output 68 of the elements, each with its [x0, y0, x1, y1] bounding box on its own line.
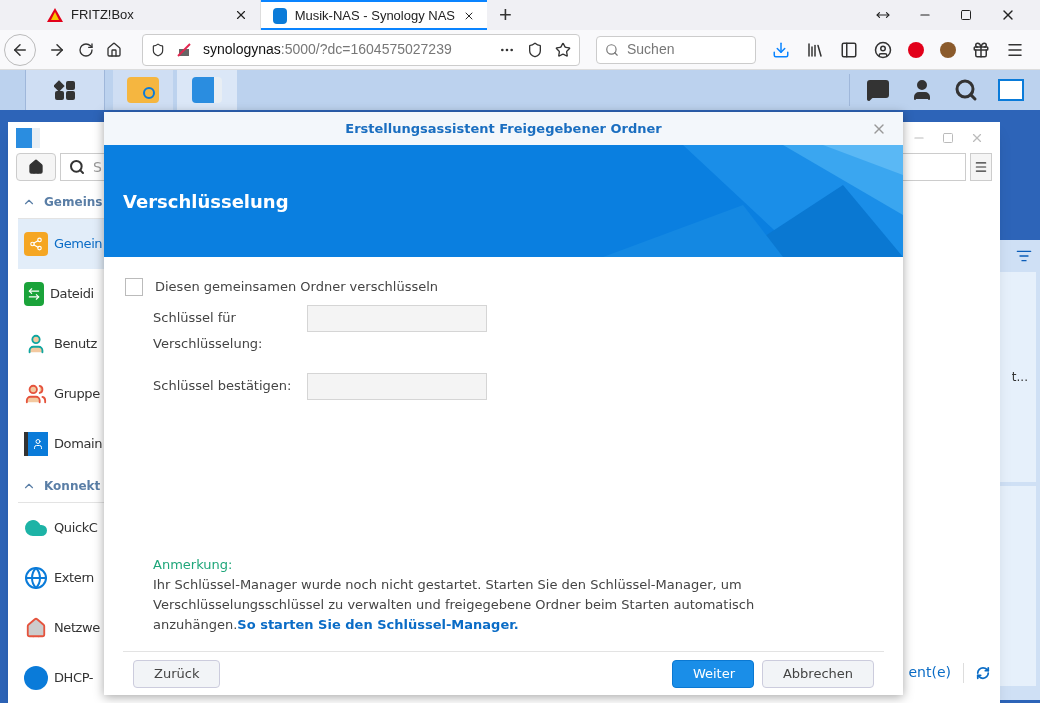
section-title: Konnekt — [44, 477, 101, 495]
star-icon[interactable] — [555, 41, 571, 58]
globe-icon — [24, 566, 48, 590]
section-title: Gemeins — [44, 193, 103, 211]
tab-title: Musik-NAS - Synology NAS — [294, 7, 456, 26]
password-field[interactable] — [307, 372, 487, 400]
sidebar-item[interactable]: Domain — [18, 419, 106, 469]
shared-folder-icon — [24, 232, 48, 256]
account-icon[interactable] — [874, 40, 892, 59]
fritz-logo-icon — [47, 8, 63, 22]
field-label: Schlüssel für Verschlüsselung: — [153, 308, 264, 353]
control-panel-button[interactable] — [177, 70, 237, 110]
banner-heading: Verschlüsselung — [123, 189, 289, 214]
file-station-button[interactable] — [113, 70, 173, 110]
sidebar-item[interactable]: Dateidi — [18, 269, 106, 319]
group-icon — [24, 382, 48, 406]
field-label: Schlüssel bestätigen: — [153, 376, 293, 395]
dialog-button[interactable]: Abbrechen — [761, 659, 874, 688]
sidebar-item[interactable]: DHCP- — [18, 653, 106, 703]
home-icon — [28, 159, 44, 175]
home-icon[interactable] — [106, 41, 122, 58]
gift-icon[interactable] — [972, 40, 990, 59]
chat-icon[interactable] — [866, 78, 890, 102]
widgets-icon[interactable] — [998, 79, 1024, 101]
network-house-icon — [24, 616, 48, 640]
browser-tab[interactable]: Musik-NAS - Synology NAS — [261, 0, 487, 30]
note-title: Anmerkung: — [153, 556, 233, 574]
sidebar-item[interactable]: Gemein — [18, 219, 106, 269]
folder-search-icon — [127, 77, 159, 103]
sidebar-icon[interactable] — [840, 40, 858, 59]
list-view-button[interactable] — [970, 153, 992, 181]
file-services-icon — [24, 282, 44, 306]
insecure-lock-icon — [177, 42, 191, 57]
sidebar-item[interactable]: Netzwe — [18, 603, 106, 653]
close-icon[interactable] — [234, 8, 248, 22]
domain-icon — [24, 432, 48, 456]
note-link[interactable]: So starten Sie den Schlüssel-Manager. — [237, 617, 519, 632]
shield-icon — [151, 42, 165, 57]
search-icon — [69, 159, 85, 175]
library-icon[interactable] — [806, 40, 824, 59]
tab-title: FRITZ!Box — [71, 6, 135, 25]
download-icon[interactable] — [772, 40, 790, 59]
dialog-button[interactable]: Zurück — [133, 659, 221, 688]
search-icon[interactable] — [954, 78, 978, 102]
grid-icon — [54, 79, 76, 101]
refresh-icon[interactable] — [976, 665, 990, 680]
url-text: synologynas:5000/?dc=1604575027239 — [203, 40, 453, 59]
main-menu-button[interactable] — [25, 70, 105, 110]
sidebar-item[interactable]: Extern — [18, 553, 106, 603]
checkbox[interactable] — [125, 277, 143, 296]
new-tab-button[interactable]: + — [499, 4, 512, 26]
url-field[interactable]: synologynas:5000/?dc=1604575027239 — [142, 33, 580, 66]
pagination-link[interactable]: ent(e) — [908, 662, 951, 683]
widget-text: t... — [1011, 369, 1028, 386]
reload-icon[interactable] — [78, 41, 94, 58]
maximize-icon[interactable] — [960, 9, 972, 21]
sidebar-item[interactable]: Benutz — [18, 319, 106, 369]
sidebar-item[interactable]: Gruppe — [18, 369, 106, 419]
checkbox-label: Diesen gemeinsamen Ordner verschlüsseln — [155, 278, 439, 296]
search-icon — [605, 42, 619, 57]
note-text: Ihr Schlüssel-Manager wurde noch nicht gestartet. Starten Sie den Schlüssel-Manager, um Verschlüsselungsschlüssel zu verwalten und freigegebene Ordner beim Starten automatisch anzuhängen.So starten Sie den Schlüssel-Manager. — [153, 576, 756, 634]
password-field[interactable] — [307, 304, 487, 332]
search-field[interactable]: Suchen — [596, 35, 756, 64]
dialog-title: Erstellungsassistent Freigegebener Ordner — [345, 119, 662, 138]
home-button[interactable] — [16, 153, 56, 181]
filter-icon[interactable] — [1016, 248, 1032, 264]
list-icon — [974, 160, 988, 174]
sidebar-item[interactable]: QuickC — [18, 503, 106, 553]
